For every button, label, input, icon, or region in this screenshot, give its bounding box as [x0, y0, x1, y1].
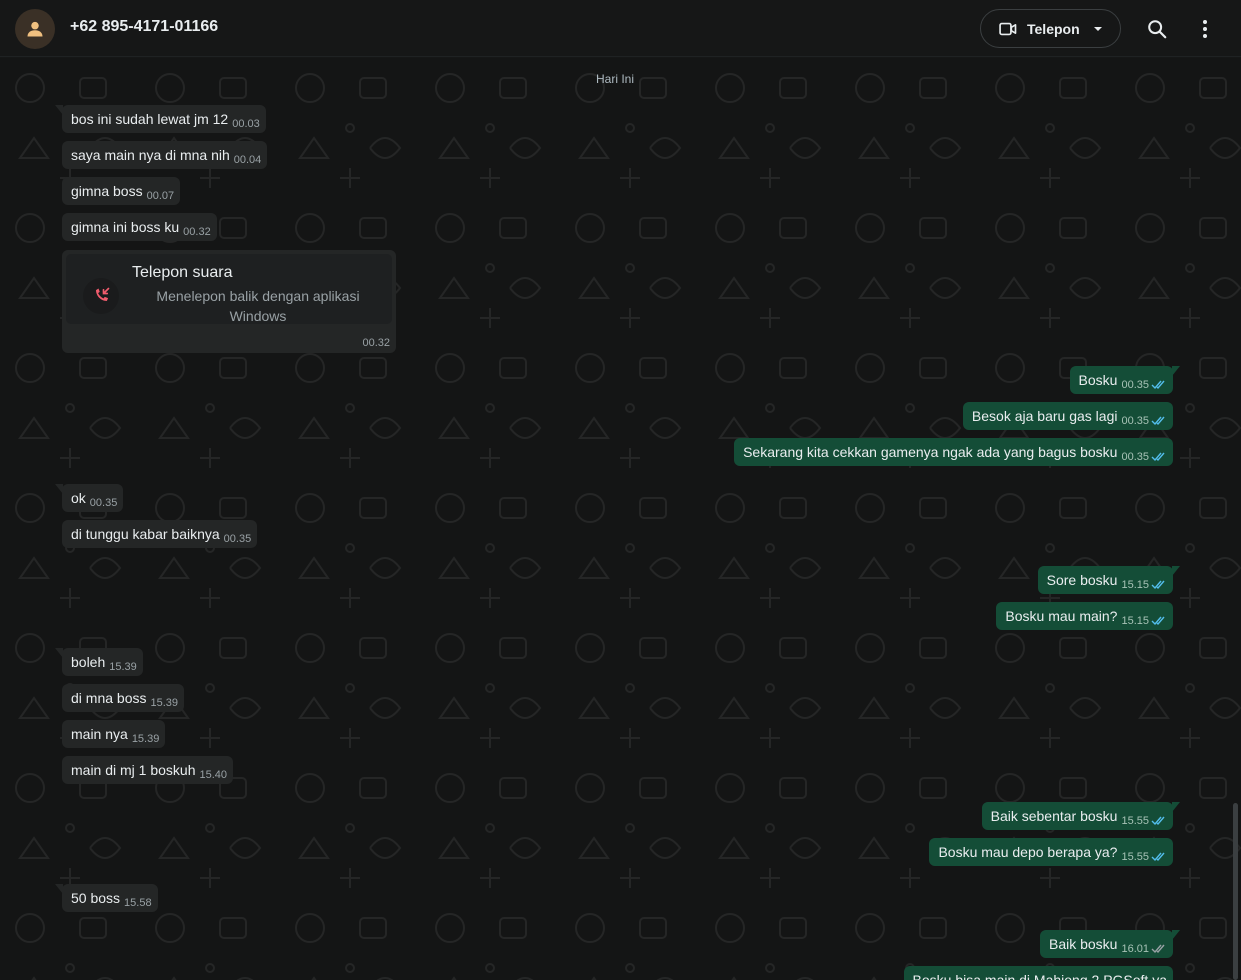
message-text: saya main nya di mna nih: [71, 147, 230, 163]
message-text: Baik sebentar bosku: [990, 808, 1118, 824]
double-check-icon: [1151, 935, 1167, 963]
chevron-down-icon[interactable]: [1093, 26, 1103, 32]
bubble-tail: [55, 484, 63, 494]
message-text: gimna boss: [71, 183, 143, 199]
bubble-tail: [1172, 802, 1180, 812]
incoming-message[interactable]: di tunggu kabar baiknya 00.35: [62, 520, 258, 548]
outgoing-message[interactable]: Besok aja baru gas lagi 00.35: [962, 402, 1173, 430]
message-text: Bosku: [1078, 372, 1118, 388]
message-text: Besok aja baru gas lagi: [971, 408, 1118, 424]
message-time: 00.35: [1121, 451, 1149, 463]
bubble-tail: [1172, 930, 1180, 940]
message-time: 00.07: [146, 190, 175, 202]
scrollbar-thumb[interactable]: [1233, 803, 1238, 980]
call-title: Telepon suara: [132, 264, 233, 281]
message-text: di tunggu kabar baiknya: [71, 526, 220, 542]
incoming-message[interactable]: 50 boss 15.58: [55, 884, 158, 912]
outgoing-message[interactable]: Bosku mau depo berapa ya? 15.55: [929, 838, 1173, 866]
incoming-message[interactable]: boleh 15.39: [55, 648, 143, 676]
message-text: main nya: [71, 726, 128, 742]
message-text: bos ini sudah lewat jm 12: [71, 111, 229, 127]
menu-button[interactable]: [1193, 17, 1217, 41]
double-check-icon: [1151, 607, 1167, 635]
message-text: main di mj 1 boskuh: [71, 762, 196, 778]
incoming-message[interactable]: saya main nya di mna nih 00.04: [62, 141, 268, 169]
outgoing-message[interactable]: Sore bosku 15.15: [1037, 566, 1180, 594]
call-card-body[interactable]: Telepon suara Menelepon balik dengan apl…: [66, 254, 392, 324]
double-check-icon: [1151, 843, 1167, 871]
video-icon: [999, 22, 1017, 35]
bubble-tail: [55, 884, 63, 894]
incoming-message[interactable]: di mna boss 15.39: [62, 684, 185, 712]
voice-call-message[interactable]: Telepon suara Menelepon balik dengan apl…: [62, 250, 396, 353]
message-list[interactable]: Hari Ini bos ini sudah lewat jm 12 00.03 …: [0, 58, 1241, 980]
message-time: 15.55: [1121, 851, 1149, 863]
bubble-tail: [1172, 366, 1180, 376]
message-time: 00.04: [233, 154, 262, 166]
message-time: 15.40: [199, 769, 228, 781]
call-subtitle: Menelepon balik dengan aplikasi Windows: [156, 288, 360, 324]
incoming-message[interactable]: main nya 15.39: [62, 720, 166, 748]
message-text: ok: [71, 490, 86, 506]
message-text: gimna ini boss ku: [71, 219, 180, 235]
contact-avatar[interactable]: [15, 9, 55, 49]
outgoing-message[interactable]: Sekarang kita cekkan gamenya ngak ada ya…: [734, 438, 1173, 466]
message-time: 15.58: [124, 897, 152, 909]
double-check-icon: [1151, 407, 1167, 435]
incoming-message[interactable]: gimna ini boss ku 00.32: [62, 213, 217, 241]
outgoing-message[interactable]: Baik sebentar bosku 15.55: [981, 802, 1180, 830]
message-text: 50 boss: [71, 890, 121, 906]
person-icon: [27, 21, 43, 37]
missed-call-icon: [83, 278, 119, 314]
chat-header: +62 895-4171-01166 Telepon: [0, 0, 1241, 57]
outgoing-message[interactable]: Bosku 00.35: [1069, 366, 1180, 394]
bubble-tail: [1172, 566, 1180, 576]
message-time: 00.32: [362, 337, 390, 349]
message-time: 16.01: [1121, 943, 1149, 955]
message-time: 15.55: [1121, 815, 1149, 827]
message-time: 15.39: [109, 661, 137, 673]
search-icon: [1148, 20, 1167, 39]
message-text: Bosku bisa main di Mahjong 2 PGSoft ya: [912, 972, 1167, 980]
message-time: 00.35: [223, 533, 252, 545]
message-text: boleh: [71, 654, 106, 670]
double-check-icon: [1151, 807, 1167, 835]
bubble-tail: [55, 648, 63, 658]
outgoing-message[interactable]: Bosku bisa main di Mahjong 2 PGSoft ya: [903, 966, 1173, 980]
call-button-label: Telepon: [1027, 20, 1080, 37]
message-text: Bosku mau main?: [1005, 608, 1118, 624]
message-time: 15.15: [1121, 579, 1149, 591]
message-text: di mna boss: [71, 690, 147, 706]
more-vertical-icon: [1203, 20, 1207, 38]
message-time: 00.03: [232, 118, 260, 130]
call-button[interactable]: Telepon: [980, 9, 1121, 48]
date-divider: Hari Ini: [595, 72, 634, 86]
message-time: 00.35: [1121, 379, 1149, 391]
message-text: Bosku mau depo berapa ya?: [938, 844, 1118, 860]
message-time: 00.35: [89, 497, 118, 509]
message-time: 15.15: [1121, 615, 1149, 627]
incoming-message[interactable]: gimna boss 00.07: [62, 177, 181, 205]
message-text: Baik bosku: [1048, 936, 1118, 952]
message-time: 00.35: [1121, 415, 1149, 427]
search-button[interactable]: [1145, 17, 1169, 41]
message-text: Sore bosku: [1046, 572, 1118, 588]
incoming-message[interactable]: ok 00.35: [55, 484, 124, 512]
bubble-tail: [55, 105, 63, 115]
outgoing-message[interactable]: Baik bosku 16.01: [1039, 930, 1180, 958]
double-check-icon: [1151, 443, 1167, 471]
message-time: 00.32: [183, 226, 211, 238]
double-check-icon: [1151, 571, 1167, 599]
double-check-icon: [1151, 371, 1167, 399]
outgoing-message[interactable]: Bosku mau main? 15.15: [996, 602, 1173, 630]
incoming-message[interactable]: main di mj 1 boskuh 15.40: [62, 756, 234, 784]
message-time: 15.39: [131, 733, 160, 745]
message-text: Sekarang kita cekkan gamenya ngak ada ya…: [743, 444, 1118, 460]
incoming-message[interactable]: bos ini sudah lewat jm 12 00.03: [55, 105, 266, 133]
contact-name[interactable]: +62 895-4171-01166: [70, 18, 218, 36]
message-time: 15.39: [150, 697, 179, 709]
